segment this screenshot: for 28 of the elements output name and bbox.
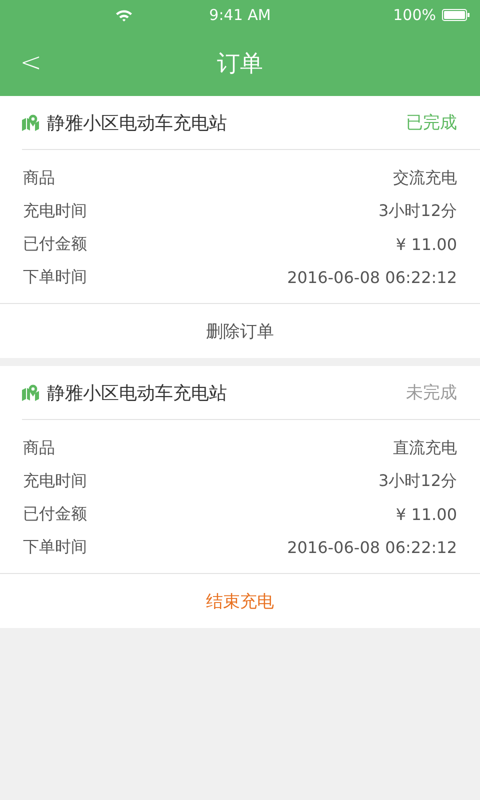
detail-label: 商品 <box>23 438 55 459</box>
detail-value: 直流充电 <box>393 438 457 459</box>
detail-value: 3小时12分 <box>378 471 457 492</box>
wifi-icon <box>115 8 133 22</box>
detail-value: 交流充电 <box>393 168 457 189</box>
map-pin-icon <box>22 114 39 131</box>
battery-percent: 100% <box>393 6 436 24</box>
back-button[interactable]: < <box>12 48 50 78</box>
detail-label: 充电时间 <box>23 471 87 492</box>
detail-label: 充电时间 <box>23 201 87 222</box>
detail-label: 已付金额 <box>23 504 87 525</box>
order-status: 未完成 <box>406 382 457 404</box>
detail-label: 已付金额 <box>23 234 87 255</box>
detail-value: 2016-06-08 06:22:12 <box>287 538 457 557</box>
detail-value: 2016-06-08 06:22:12 <box>287 268 457 287</box>
station-name: 静雅小区电动车充电站 <box>47 382 227 404</box>
detail-value: ¥ 11.00 <box>396 505 457 524</box>
detail-value: 3小时12分 <box>378 201 457 222</box>
detail-label: 商品 <box>23 168 55 189</box>
detail-label: 下单时间 <box>23 267 87 288</box>
map-pin-icon <box>22 384 39 401</box>
station-name: 静雅小区电动车充电站 <box>47 112 227 134</box>
battery-icon <box>442 9 470 21</box>
detail-label: 下单时间 <box>23 537 87 558</box>
status-time: 9:41 AM <box>208 6 272 24</box>
detail-value: ¥ 11.00 <box>396 235 457 254</box>
page-title: 订单 <box>216 50 264 78</box>
order-status: 已完成 <box>406 112 457 134</box>
